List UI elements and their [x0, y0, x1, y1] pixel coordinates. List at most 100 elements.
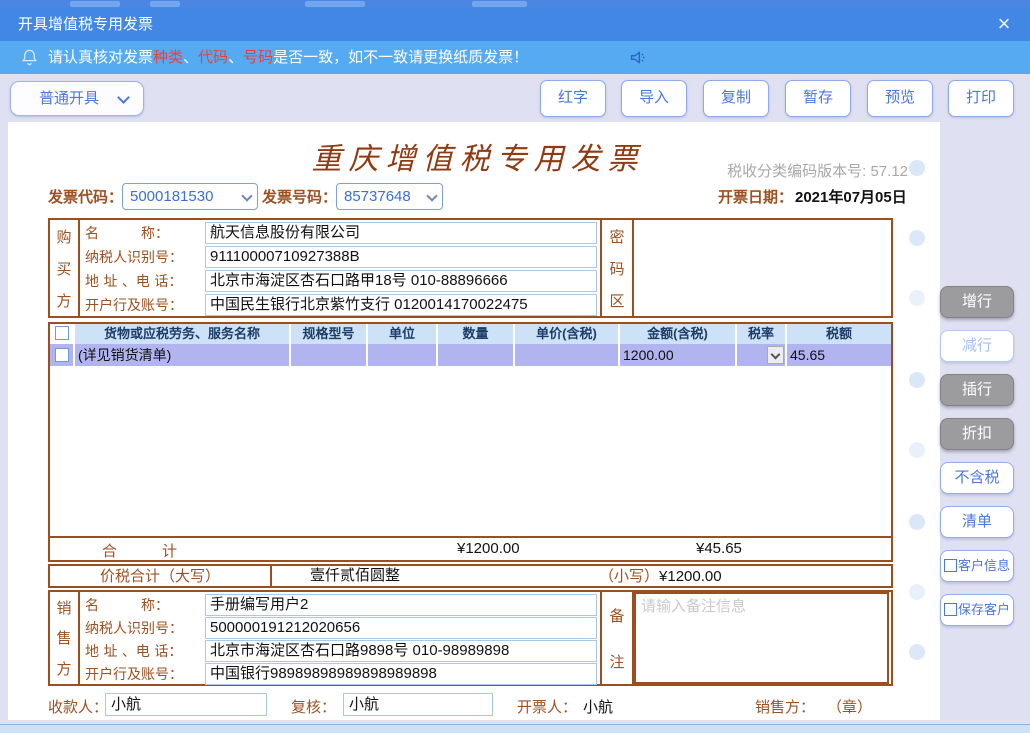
- tax-code-version-note: 税收分类编码版本号: 57.12: [598, 160, 908, 181]
- invoice-number-label: 发票号码：: [262, 186, 337, 207]
- close-icon[interactable]: ×: [990, 10, 1018, 38]
- field-label: 名 称：: [82, 595, 205, 615]
- titlebar: 开具增值税专用发票 ×: [0, 8, 1030, 41]
- invoice-code-value: 5000181530: [130, 184, 213, 209]
- totals-tax: ¥45.65: [696, 540, 742, 557]
- sum-words-row: 价税合计（大写） 壹仟贰佰圆整 （小写）¥1200.00: [48, 564, 893, 588]
- invoice-date-value: 2021年07月05日: [795, 186, 907, 207]
- preview-button[interactable]: 预览: [867, 80, 933, 117]
- reviewer-input[interactable]: 小航: [343, 693, 493, 716]
- item-unit-cell[interactable]: [368, 344, 438, 366]
- item-unit-price-cell[interactable]: [515, 344, 620, 366]
- red-letter-button[interactable]: 红字: [540, 80, 606, 117]
- totals-row: 合 计 ¥1200.00 ¥45.65: [50, 536, 891, 560]
- background-icon-fragment: [150, 1, 180, 7]
- header-unit: 单位: [368, 324, 438, 344]
- seller-side-label: 销 售 方: [50, 592, 80, 684]
- invoice-code-label: 发票代码：: [48, 186, 123, 207]
- remove-row-button[interactable]: 减行: [940, 330, 1014, 362]
- item-qty-cell[interactable]: [438, 344, 515, 366]
- header-tax: 税额: [787, 324, 891, 344]
- payee-label: 收款人：: [48, 696, 108, 717]
- decor-dot: [909, 160, 925, 176]
- field-label: 地 址 、电 话：: [82, 271, 205, 291]
- customer-info-button[interactable]: 客户信息: [940, 550, 1014, 582]
- item-amount-cell[interactable]: 1200.00: [620, 344, 737, 366]
- discount-button[interactable]: 折扣: [940, 418, 1014, 450]
- add-row-button[interactable]: 增行: [940, 286, 1014, 318]
- items-table: 货物或应税劳务、服务名称 规格型号 单位 数量 单价(含税) 金额(含税) 税率…: [48, 322, 893, 562]
- invoice-number-value: 85737648: [344, 184, 411, 209]
- print-button[interactable]: 打印: [948, 80, 1014, 117]
- issue-mode-value: 普通开具: [39, 82, 99, 115]
- seller-box: 销 售 方 名 称：手册编写用户2 纳税人识别号：500000191212020…: [48, 590, 893, 686]
- seller-stamp-value: （章）: [827, 696, 872, 717]
- invoice-number-select[interactable]: 85737648: [336, 183, 443, 210]
- insert-row-button[interactable]: 插行: [940, 374, 1014, 406]
- header-spec: 规格型号: [291, 324, 368, 344]
- seller-name-input[interactable]: 手册编写用户2: [205, 594, 597, 616]
- buyer-name-input[interactable]: 航天信息股份有限公司: [205, 222, 597, 244]
- copy-button[interactable]: 复制: [703, 80, 769, 117]
- chevron-down-icon: [117, 91, 130, 104]
- customer-info-checkbox[interactable]: [944, 559, 957, 572]
- sum-figures: （小写）¥1200.00: [599, 566, 722, 587]
- invoice-code-select[interactable]: 5000181530: [122, 183, 258, 210]
- background-icon-fragment: [70, 1, 120, 7]
- items-table-header: 货物或应税劳务、服务名称 规格型号 单位 数量 单价(含税) 金额(含税) 税率…: [50, 324, 891, 344]
- decor-dot: [909, 372, 925, 388]
- speaker-icon[interactable]: [628, 47, 649, 73]
- toolbar: 普通开具 红字 导入 复制 暂存 预览 打印: [0, 74, 1030, 122]
- item-name-cell[interactable]: (详见销货清单): [75, 344, 291, 366]
- hold-button[interactable]: 暂存: [785, 80, 851, 117]
- buyer-address-input[interactable]: 北京市海淀区杏石口路甲18号 010-88896666: [205, 270, 597, 292]
- tax-rate-dropdown[interactable]: [767, 346, 784, 364]
- buyer-box: 购 买 方 名 称：航天信息股份有限公司 纳税人识别号：911100007109…: [48, 218, 893, 318]
- list-button[interactable]: 清单: [940, 506, 1014, 538]
- row-checkbox[interactable]: [55, 348, 69, 362]
- invoice-date-label: 开票日期：: [718, 186, 793, 207]
- password-zone-area[interactable]: [634, 220, 891, 316]
- excl-tax-button[interactable]: 不含税: [940, 462, 1014, 494]
- field-label: 纳税人识别号：: [82, 618, 205, 638]
- remark-textarea[interactable]: 请输入备注信息: [634, 592, 889, 684]
- issue-mode-select[interactable]: 普通开具: [10, 81, 144, 116]
- buyer-bank-input[interactable]: 中国民生银行北京紫竹支行 0120014170022475: [205, 294, 597, 316]
- seller-address-input[interactable]: 北京市海淀区杏石口路9898号 010-98989898: [205, 640, 597, 662]
- buyer-taxid-input[interactable]: 91110000710927388B: [205, 246, 597, 268]
- decor-dot: [909, 230, 925, 246]
- buyer-fields: 名 称：航天信息股份有限公司 纳税人识别号：91110000710927388B…: [82, 221, 600, 317]
- field-label: 开户行及账号：: [82, 295, 205, 315]
- item-spec-cell[interactable]: [291, 344, 368, 366]
- field-label: 开户行及账号：: [82, 664, 205, 684]
- remark-placeholder: 请输入备注信息: [641, 595, 746, 616]
- decor-dot: [909, 442, 925, 458]
- decor-dot: [909, 584, 925, 600]
- totals-label: 合 计: [102, 540, 177, 561]
- window-title: 开具增值税专用发票: [18, 8, 153, 41]
- background-icon-fragment: [305, 1, 365, 7]
- select-all-cell: [50, 324, 75, 344]
- select-all-checkbox[interactable]: [55, 326, 69, 340]
- invoice-card: 重庆增值税专用发票 税收分类编码版本号: 57.12 发票代码： 5000181…: [8, 122, 940, 720]
- seller-taxid-input[interactable]: 500000191212020656: [205, 617, 597, 639]
- payee-input[interactable]: 小航: [105, 693, 267, 716]
- password-zone-label: 密 码 区: [600, 220, 634, 316]
- item-row[interactable]: (详见销货清单) 1200.00 45.65: [50, 344, 891, 366]
- header-item-name: 货物或应税劳务、服务名称: [75, 324, 291, 344]
- bell-icon: [20, 48, 39, 72]
- notice-bar: 请认真核对发票种类、代码、号码是否一致，如不一致请更换纸质发票！: [0, 41, 1030, 74]
- item-tax-rate-cell[interactable]: [737, 344, 787, 366]
- invoice-dialog-window: 开具增值税专用发票 × 请认真核对发票种类、代码、号码是否一致，如不一致请更换纸…: [0, 0, 1030, 733]
- field-label: 地 址 、电 话：: [82, 641, 205, 661]
- header-tax-rate: 税率: [737, 324, 787, 344]
- field-label: 纳税人识别号：: [82, 247, 205, 267]
- save-customer-button[interactable]: 保存客户: [940, 594, 1014, 626]
- chevron-down-icon: [426, 190, 437, 201]
- save-customer-checkbox[interactable]: [944, 603, 957, 616]
- sum-words-value: 壹仟贰佰圆整: [310, 566, 400, 586]
- item-tax-cell[interactable]: 45.65: [787, 344, 891, 366]
- header-qty: 数量: [438, 324, 515, 344]
- import-button[interactable]: 导入: [621, 80, 687, 117]
- seller-bank-input[interactable]: 中国银行98989898989898989898: [205, 663, 597, 685]
